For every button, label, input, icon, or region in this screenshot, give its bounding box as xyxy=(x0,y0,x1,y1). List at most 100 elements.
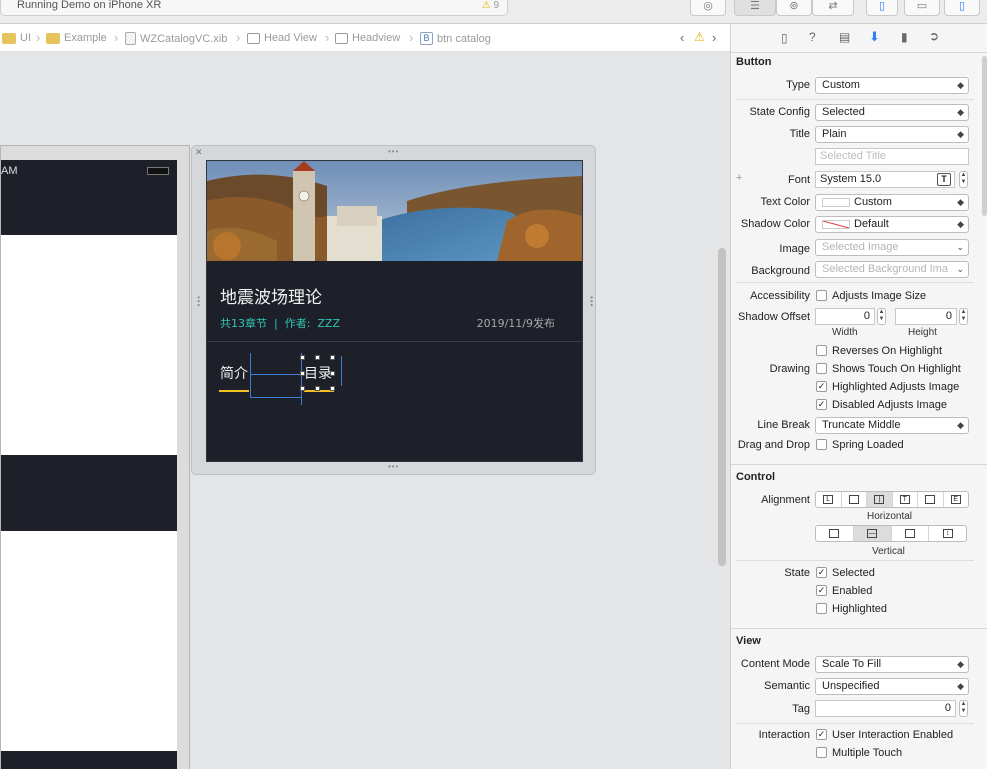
align-bottom-icon[interactable] xyxy=(892,526,930,541)
horizontal-alignment-control[interactable]: L | T E xyxy=(815,491,969,508)
state-config-popup[interactable]: Selected ◆ xyxy=(815,104,969,121)
alignment-label: Alignment xyxy=(761,494,810,506)
title-popup[interactable]: Plain ◆ xyxy=(815,126,969,143)
breadcrumb-item[interactable]: Bbtn catalog xyxy=(420,32,491,45)
intro-tab-button[interactable]: 简介 xyxy=(220,363,248,383)
file-inspector-icon[interactable]: ▯ xyxy=(781,31,788,45)
breadcrumb-item[interactable]: Example xyxy=(46,32,107,44)
user-interaction-checkbox[interactable]: ✓ xyxy=(816,729,827,740)
close-icon[interactable]: ✕ xyxy=(195,147,203,158)
vertical-alignment-control[interactable]: — ↕ xyxy=(815,525,967,542)
align-left-icon[interactable]: L xyxy=(816,492,842,507)
reverses-on-highlight-label: Reverses On Highlight xyxy=(832,345,943,357)
debug-area-toggle-icon[interactable]: ▭ xyxy=(904,0,940,16)
drawing-label: Drawing xyxy=(769,363,810,375)
font-field[interactable]: System 15.0 T xyxy=(815,171,955,188)
previous-issue-icon[interactable]: ‹ xyxy=(680,30,684,45)
canvas-scrollbar[interactable] xyxy=(718,248,726,566)
head-view[interactable]: 地震波场理论 共13章节 | 作者: ZZZ 2019/11/9发布 简介 目录 xyxy=(206,160,583,462)
selection-handle[interactable] xyxy=(330,355,335,360)
align-right-icon[interactable] xyxy=(918,492,944,507)
standard-editor-button[interactable]: ☰ xyxy=(734,0,776,16)
attributes-inspector-icon[interactable]: ⬇ xyxy=(869,29,880,45)
adjusts-image-size-checkbox[interactable] xyxy=(816,290,827,301)
tag-label: Tag xyxy=(792,703,810,715)
shadow-offset-height-field[interactable]: 0 xyxy=(895,308,957,325)
multiple-touch-checkbox[interactable] xyxy=(816,747,827,758)
warning-count: 9 xyxy=(493,0,499,11)
align-top-icon[interactable] xyxy=(816,526,854,541)
control-section-title: Control xyxy=(736,471,776,483)
head-view-scene[interactable]: ✕ ••• ••• ••• ••• 地震波场理论 共13章节 | 作者: ZZZ… xyxy=(191,145,596,475)
selected-title-field[interactable]: Selected Title xyxy=(815,148,969,165)
shows-touch-checkbox[interactable] xyxy=(816,363,827,374)
selection-handle[interactable] xyxy=(330,371,335,376)
interface-builder-canvas[interactable]: AM ✕ ••• ••• ••• ••• 地震波场理论 共13章节 | 作者: … xyxy=(0,53,717,769)
resize-handle-icon[interactable]: ••• xyxy=(388,147,399,156)
navigator-toggle-icon[interactable]: ▯ xyxy=(866,0,898,16)
color-swatch xyxy=(822,198,850,207)
breadcrumb-item[interactable]: Headview xyxy=(335,32,400,44)
warning-indicator[interactable]: ⚠ 9 xyxy=(482,0,499,11)
assistant-editor-button[interactable]: ⊚ xyxy=(776,0,812,16)
align-center-icon[interactable] xyxy=(842,492,867,507)
align-vfill-icon[interactable]: ↕ xyxy=(929,526,966,541)
selection-handle[interactable] xyxy=(315,386,320,391)
utilities-toggle-icon[interactable]: ▯ xyxy=(944,0,980,16)
selection-handle[interactable] xyxy=(300,371,305,376)
catalog-tab-button[interactable]: 目录 xyxy=(304,363,332,383)
disabled-adjusts-image-checkbox[interactable]: ✓ xyxy=(816,399,827,410)
selection-handle[interactable] xyxy=(330,386,335,391)
resize-handle-icon[interactable]: ••• xyxy=(194,296,203,307)
font-size-stepper[interactable]: ▲ ▼ xyxy=(959,171,968,188)
type-popup[interactable]: Custom ◆ xyxy=(815,77,969,94)
connections-inspector-icon[interactable]: ➲ xyxy=(929,29,939,43)
color-swatch xyxy=(822,220,850,229)
spring-loaded-checkbox[interactable] xyxy=(816,439,827,450)
breadcrumb-item[interactable]: UI xyxy=(2,32,31,44)
warning-icon[interactable]: ⚠ xyxy=(694,30,705,44)
version-editor-button[interactable]: ⇄ xyxy=(812,0,854,16)
content-mode-popup[interactable]: Scale To Fill ◆ xyxy=(815,656,969,673)
background-combo[interactable]: Selected Background Ima ⌄ xyxy=(815,261,969,278)
align-vcenter-icon[interactable]: — xyxy=(853,526,892,541)
resize-handle-icon[interactable]: ••• xyxy=(388,462,399,471)
plus-icon[interactable]: + xyxy=(736,172,742,184)
selection-handle[interactable] xyxy=(300,355,305,360)
height-caption: Height xyxy=(908,327,937,338)
type-label: Type xyxy=(786,79,810,91)
font-picker-icon[interactable]: T xyxy=(937,173,951,186)
height-stepper[interactable]: ▲ ▼ xyxy=(959,308,968,325)
breadcrumb-item[interactable]: WZCatalogVC.xib xyxy=(125,32,227,45)
quick-help-icon[interactable]: ? xyxy=(809,30,816,44)
align-leading-icon[interactable]: T xyxy=(893,492,918,507)
tag-stepper[interactable]: ▲ ▼ xyxy=(959,700,968,717)
identity-inspector-icon[interactable]: ▤ xyxy=(839,30,850,44)
breadcrumb-item[interactable]: Head View xyxy=(247,32,317,44)
tag-field[interactable]: 0 xyxy=(815,700,956,717)
highlighted-adjusts-image-checkbox[interactable]: ✓ xyxy=(816,381,827,392)
breadcrumb-label: Headview xyxy=(352,32,401,44)
align-fill-icon[interactable]: | xyxy=(867,492,893,507)
width-stepper[interactable]: ▲ ▼ xyxy=(877,308,886,325)
shadow-color-popup[interactable]: Default ◆ xyxy=(815,216,969,233)
line-break-popup[interactable]: Truncate Middle ◆ xyxy=(815,417,969,434)
library-button[interactable]: ◎ xyxy=(690,0,726,16)
resize-handle-icon[interactable]: ••• xyxy=(587,296,596,307)
semantic-popup[interactable]: Unspecified ◆ xyxy=(815,678,969,695)
state-enabled-checkbox[interactable]: ✓ xyxy=(816,585,827,596)
divider xyxy=(736,99,974,100)
next-issue-icon[interactable]: › xyxy=(712,30,716,45)
selection-handle[interactable] xyxy=(315,355,320,360)
state-selected-checkbox[interactable]: ✓ xyxy=(816,567,827,578)
selection-handle[interactable] xyxy=(300,386,305,391)
align-trailing-icon[interactable]: E xyxy=(944,492,969,507)
state-highlighted-checkbox[interactable] xyxy=(816,603,827,614)
reverses-on-highlight-checkbox[interactable] xyxy=(816,345,827,356)
image-combo[interactable]: Selected Image ⌄ xyxy=(815,239,969,256)
view-controller-scene[interactable]: AM xyxy=(0,145,190,769)
text-color-popup[interactable]: Custom ◆ xyxy=(815,194,969,211)
shadow-offset-width-field[interactable]: 0 xyxy=(815,308,875,325)
inspector-scrollbar[interactable] xyxy=(982,56,987,216)
size-inspector-icon[interactable]: ▮ xyxy=(901,30,908,44)
